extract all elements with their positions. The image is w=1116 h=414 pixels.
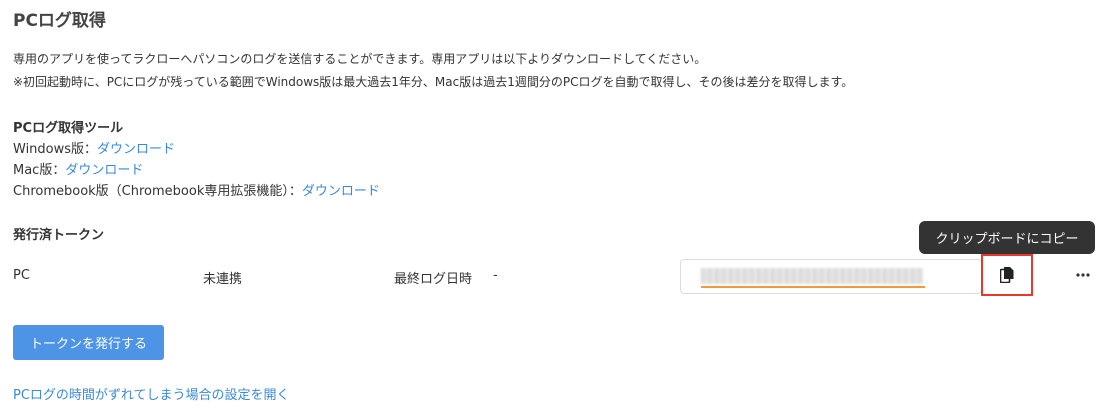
copy-icon	[1000, 267, 1014, 283]
token-field[interactable]	[680, 259, 982, 294]
tokens-section-title: 発行済トークン	[13, 228, 105, 243]
token-underline	[701, 286, 925, 288]
tool-row-chromebook: Chromebook版（Chromebook専用拡張機能）：ダウンロード	[13, 180, 380, 199]
description-line-1: 専用のアプリを使ってラクローへパソコンのログを送信することができます。専用アプリ…	[13, 52, 707, 66]
tool-label-mac: Mac版：	[13, 163, 66, 178]
issue-token-button[interactable]: トークンを発行する	[13, 325, 164, 360]
download-link-mac[interactable]: ダウンロード	[65, 163, 143, 178]
tools-section-title: PCログ取得ツール	[13, 121, 124, 136]
last-log-label: 最終ログ日時	[394, 272, 473, 287]
copy-tooltip: クリップボードにコピー	[919, 221, 1095, 254]
more-horizontal-icon	[1076, 273, 1090, 277]
tool-label-windows: Windows版：	[13, 142, 98, 157]
description-line-2: ※初回起動時に、PCにログが残っている範囲でWindows版は最大過去1年分、M…	[13, 75, 854, 89]
token-device: PC	[13, 268, 30, 283]
token-value-masked	[701, 268, 923, 284]
tool-label-chromebook: Chromebook版（Chromebook専用拡張機能）：	[13, 184, 302, 199]
download-link-chromebook[interactable]: ダウンロード	[302, 184, 380, 199]
page-title: PCログ取得	[13, 11, 106, 31]
download-link-windows[interactable]: ダウンロード	[97, 142, 175, 157]
last-log-value: -	[493, 268, 498, 283]
tool-row-mac: Mac版：ダウンロード	[13, 159, 143, 178]
token-status: 未連携	[203, 272, 243, 287]
time-settings-link[interactable]: PCログの時間がずれてしまう場合の設定を開く	[13, 384, 290, 403]
copy-button[interactable]	[981, 254, 1033, 296]
tool-row-windows: Windows版：ダウンロード	[13, 138, 175, 157]
more-options-button[interactable]	[1074, 266, 1092, 284]
